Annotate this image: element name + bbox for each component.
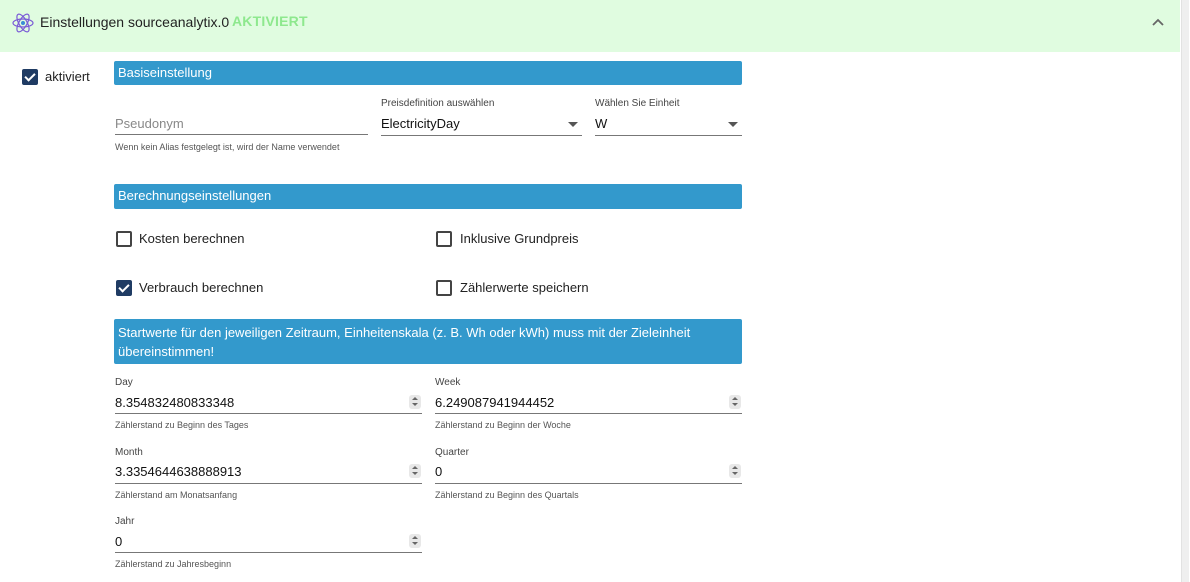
unit-dropdown-icon[interactable] bbox=[728, 122, 738, 127]
cost-checkbox[interactable] bbox=[116, 231, 132, 247]
scrollbar[interactable] bbox=[1181, 0, 1189, 582]
unit-label: Wählen Sie Einheit bbox=[595, 98, 680, 109]
year-underline bbox=[115, 552, 422, 553]
week-input[interactable]: 6.249087941944452 bbox=[435, 395, 554, 410]
price-dropdown-icon[interactable] bbox=[568, 122, 578, 127]
consumption-label: Verbrauch berechnen bbox=[139, 280, 264, 295]
year-input[interactable]: 0 bbox=[115, 534, 122, 549]
atom-icon bbox=[12, 13, 34, 33]
alias-underline bbox=[115, 134, 368, 135]
day-label: Day bbox=[115, 377, 133, 388]
month-underline bbox=[115, 483, 422, 484]
alias-input[interactable]: Pseudonym bbox=[115, 116, 184, 131]
settings-header[interactable]: Einstellungen sourceanalytix.0 AKTIVIERT bbox=[0, 0, 1180, 52]
week-label: Week bbox=[435, 377, 461, 388]
price-select[interactable]: ElectricityDay bbox=[381, 116, 460, 131]
quarter-spinner-icon[interactable] bbox=[729, 464, 741, 478]
unit-select[interactable]: W bbox=[595, 116, 607, 131]
enabled-checkbox[interactable] bbox=[22, 69, 38, 85]
day-input[interactable]: 8.354832480833348 bbox=[115, 395, 234, 410]
month-spinner-icon[interactable] bbox=[409, 464, 421, 478]
base-price-label: Inklusive Grundpreis bbox=[460, 231, 579, 246]
month-label: Month bbox=[115, 447, 143, 458]
year-label: Jahr bbox=[115, 516, 135, 527]
year-spinner-icon[interactable] bbox=[409, 534, 421, 548]
quarter-underline bbox=[435, 483, 742, 484]
price-label: Preisdefinition auswählen bbox=[381, 98, 495, 109]
page-title: Einstellungen sourceanalytix.0 bbox=[40, 14, 230, 30]
base-price-checkbox[interactable] bbox=[436, 231, 452, 247]
price-underline bbox=[381, 135, 582, 136]
cost-label: Kosten berechnen bbox=[139, 231, 245, 246]
section-start: Startwerte für den jeweiligen Zeitraum, … bbox=[114, 319, 742, 364]
day-underline bbox=[115, 413, 422, 414]
day-spinner-icon[interactable] bbox=[409, 395, 421, 409]
day-helper: Zählerstand zu Beginn des Tages bbox=[115, 420, 249, 430]
alias-helper: Wenn kein Alias festgelegt ist, wird der… bbox=[115, 142, 340, 152]
month-helper: Zählerstand am Monatsanfang bbox=[115, 490, 238, 500]
chevron-up-icon[interactable] bbox=[1149, 14, 1167, 32]
enabled-label: aktiviert bbox=[45, 69, 90, 84]
quarter-label: Quarter bbox=[435, 447, 469, 458]
status-badge: AKTIVIERT bbox=[232, 13, 308, 29]
quarter-input[interactable]: 0 bbox=[435, 464, 442, 479]
consumption-checkbox[interactable] bbox=[116, 280, 132, 296]
section-basic: Basiseinstellung bbox=[114, 61, 742, 85]
week-underline bbox=[435, 413, 742, 414]
week-spinner-icon[interactable] bbox=[729, 395, 741, 409]
week-helper: Zählerstand zu Beginn der Woche bbox=[435, 420, 571, 430]
unit-underline bbox=[595, 135, 742, 136]
month-input[interactable]: 3.3354644638888913 bbox=[115, 464, 242, 479]
section-calc: Berechnungseinstellungen bbox=[114, 184, 742, 209]
quarter-helper: Zählerstand zu Beginn des Quartals bbox=[435, 490, 579, 500]
meter-values-label: Zählerwerte speichern bbox=[460, 280, 589, 295]
meter-values-checkbox[interactable] bbox=[436, 280, 452, 296]
year-helper: Zählerstand zu Jahresbeginn bbox=[115, 559, 232, 569]
